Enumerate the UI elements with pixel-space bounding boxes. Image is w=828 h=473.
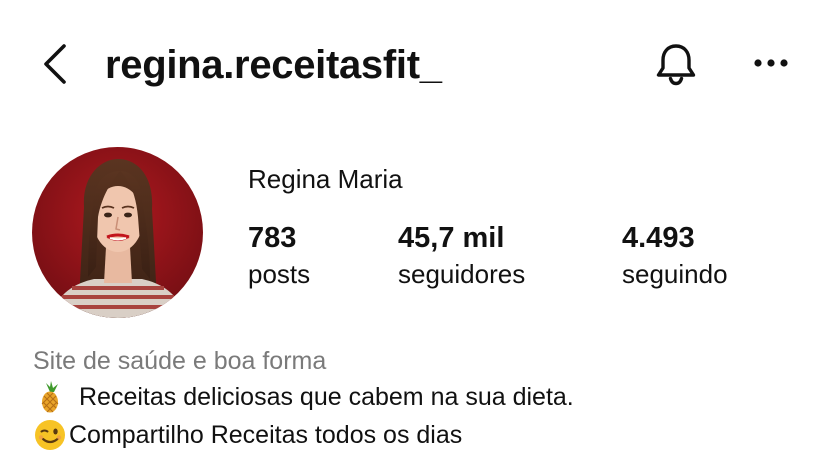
chevron-left-icon [44, 44, 66, 84]
bell-icon [656, 44, 696, 86]
back-button[interactable] [38, 42, 72, 86]
stat-posts[interactable]: 783 posts [248, 220, 310, 292]
more-options-button[interactable] [750, 50, 794, 76]
stat-posts-label: posts [248, 259, 311, 289]
bio-text-line2: Compartilho Receitas todos os dias [69, 421, 463, 449]
stat-following-label: seguindo [622, 259, 728, 289]
stat-following[interactable]: 4.493 seguindo [622, 220, 728, 292]
profile-display-name: Regina Maria [248, 164, 403, 194]
bio-line: Compartilho Receitas todos os dias [33, 418, 462, 452]
stat-followers[interactable]: 45,7 mil seguidores [398, 220, 525, 292]
profile-page: regina.receitasfit_ Regina Maria 783 pos… [0, 0, 828, 473]
profile-photo [32, 147, 203, 318]
avatar[interactable] [32, 147, 203, 318]
stat-followers-value: 45,7 mil [398, 222, 505, 254]
bio-line: Receitas deliciosas que cabem na sua die… [33, 380, 574, 414]
winking-face-emoji-icon [33, 418, 67, 452]
bio-text-line1: Receitas deliciosas que cabem na sua die… [79, 383, 574, 411]
more-horizontal-icon [754, 59, 788, 67]
pineapple-emoji-icon [33, 380, 67, 414]
stat-posts-value: 783 [248, 222, 297, 254]
notifications-button[interactable] [652, 40, 700, 88]
stat-following-value: 4.493 [622, 222, 695, 254]
profile-category: Site de saúde e boa forma [33, 347, 327, 375]
stat-followers-label: seguidores [398, 259, 526, 289]
profile-username: regina.receitasfit_ [105, 43, 442, 87]
